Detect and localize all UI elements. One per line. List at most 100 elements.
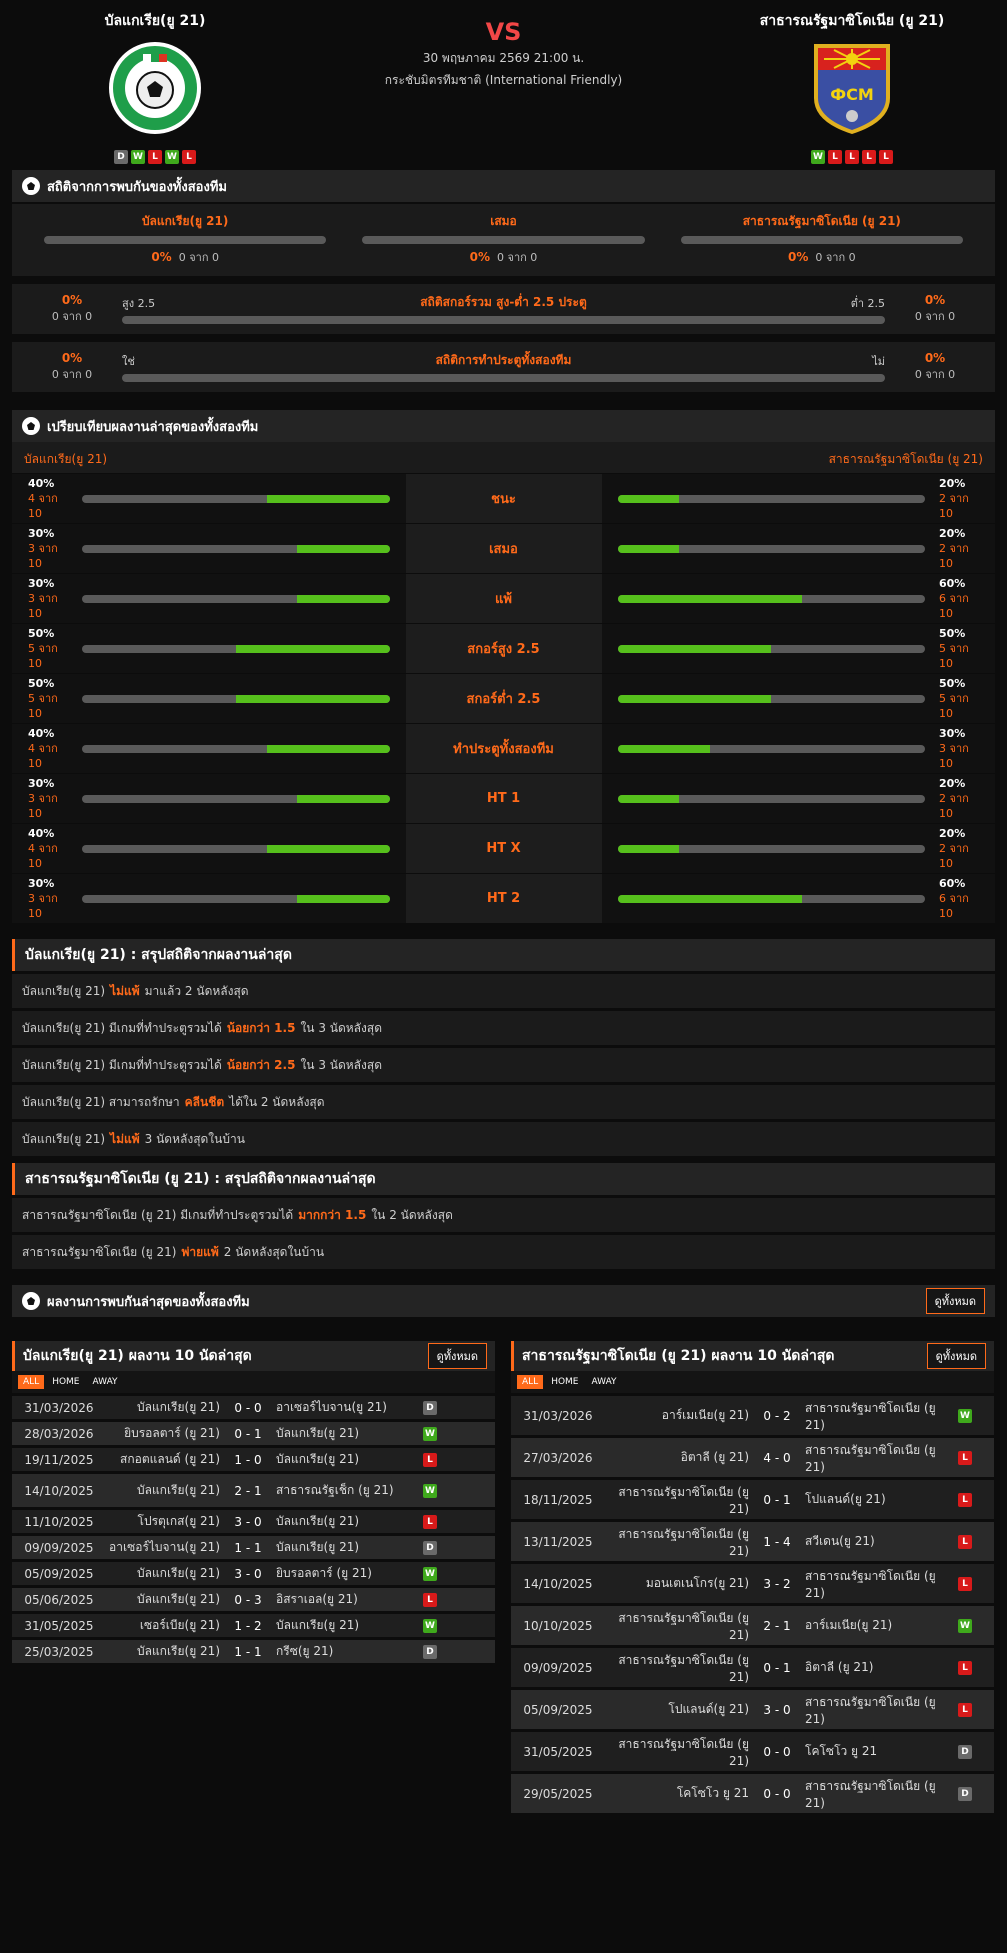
- match-home-team[interactable]: บัลแกเรีย(ยู 21): [102, 1590, 220, 1609]
- home_summary-row: บัลแกเรีย(ยู 21) มีเกมที่ทำประตูรวมได้ น้…: [12, 1011, 995, 1045]
- match-away-team[interactable]: อาเซอร์ไบจาน(ยู 21): [276, 1398, 416, 1417]
- match-away-team[interactable]: โคโซโว ยู 21: [805, 1742, 951, 1761]
- table-row[interactable]: 14/10/2025 บัลแกเรีย(ยู 21) 2 - 1 สาธารณรัฐ…: [12, 1474, 495, 1507]
- result-badge: L: [958, 1576, 972, 1591]
- match-away-team[interactable]: อิตาลี (ยู 21): [805, 1658, 951, 1677]
- compare-home-count: 5 จาก 10: [28, 692, 58, 720]
- match-home-team[interactable]: โคโซโว ยู 21: [601, 1784, 749, 1803]
- match-home-team[interactable]: บัลแกเรีย(ยู 21): [102, 1642, 220, 1661]
- table-row[interactable]: 31/05/2025 สาธารณรัฐมาซิโดเนีย (ยู 21) 0 -…: [511, 1732, 994, 1771]
- match-away-team[interactable]: สาธารณรัฐมาซิโดเนีย (ยู 21): [805, 1441, 951, 1474]
- tab-all[interactable]: ALL: [517, 1375, 544, 1389]
- home_summary-highlight: น้อยกว่า 2.5: [226, 1057, 296, 1072]
- match-away-team[interactable]: บัลแกเรีย(ยู 21): [276, 1450, 416, 1469]
- tab-away[interactable]: AWAY: [88, 1375, 123, 1389]
- match-away-team[interactable]: บัลแกเรีย(ยู 21): [276, 1538, 416, 1557]
- table-row[interactable]: 28/03/2026 ยิบรอลตาร์ (ยู 21) 0 - 1 บัลแกเร…: [12, 1422, 495, 1445]
- match-home-team[interactable]: โปรตุเกส(ยู 21): [102, 1512, 220, 1531]
- table-row[interactable]: 13/11/2025 สาธารณรัฐมาซิโดเนีย (ยู 21) 1 -…: [511, 1522, 994, 1561]
- table-row[interactable]: 05/09/2025 บัลแกเรีย(ยู 21) 3 - 0 ยิบรอลตาร…: [12, 1562, 495, 1585]
- tab-home[interactable]: HOME: [546, 1375, 583, 1389]
- table-row[interactable]: 09/09/2025 อาเซอร์ไบจาน(ยู 21) 1 - 1 บัลแกเ…: [12, 1536, 495, 1559]
- match-date: 29/05/2025: [523, 1786, 593, 1801]
- compare-label: สกอร์สูง 2.5: [405, 624, 602, 673]
- compare-home-count: 4 จาก 10: [28, 492, 58, 520]
- home-team[interactable]: บัลแกเรีย(ยู 21) DWLWL: [10, 10, 300, 164]
- match-away-team[interactable]: สาธารณรัฐเช็ก (ยู 21): [276, 1481, 416, 1500]
- table-row[interactable]: 31/03/2026 บัลแกเรีย(ยู 21) 0 - 0 อาเซอร์ไบ…: [12, 1396, 495, 1419]
- h2h-col-of: 0 จาก 0: [178, 251, 219, 264]
- away-view-all-button[interactable]: ดูทั้งหมด: [926, 1343, 986, 1369]
- match-score: 1 - 1: [234, 1540, 262, 1555]
- match-home-team[interactable]: บัลแกเรีย(ยู 21): [102, 1398, 220, 1417]
- match-away-team[interactable]: กรีซ(ยู 21): [276, 1642, 416, 1661]
- match-result: L: [951, 1492, 979, 1507]
- result-badge: L: [958, 1534, 972, 1549]
- home-view-all-button[interactable]: ดูทั้งหมด: [427, 1343, 487, 1369]
- table-row[interactable]: 09/09/2025 สาธารณรัฐมาซิโดเนีย (ยู 21) 0 -…: [511, 1648, 994, 1687]
- table-row[interactable]: 27/03/2026 อิตาลี (ยู 21) 4 - 0 สาธารณรัฐมา…: [511, 1438, 994, 1477]
- match-home-team[interactable]: สกอตแลนด์ (ยู 21): [102, 1450, 220, 1469]
- table-row[interactable]: 31/03/2026 อาร์เมเนีย(ยู 21) 0 - 2 สาธารณรั…: [511, 1396, 994, 1435]
- match-score: 0 - 1: [763, 1660, 791, 1675]
- match-away-team[interactable]: สวีเดน(ยู 21): [805, 1532, 951, 1551]
- match-home-team[interactable]: มอนเตเนโกร(ยู 21): [601, 1574, 749, 1593]
- match-away-team[interactable]: บัลแกเรีย(ยู 21): [276, 1424, 416, 1443]
- match-away-team[interactable]: โปแลนด์(ยู 21): [805, 1490, 951, 1509]
- tab-away[interactable]: AWAY: [587, 1375, 622, 1389]
- match-home-team[interactable]: สาธารณรัฐมาซิโดเนีย (ยู 21): [601, 1735, 749, 1768]
- match-home-team[interactable]: ยิบรอลตาร์ (ยู 21): [102, 1424, 220, 1443]
- tab-all[interactable]: ALL: [18, 1375, 45, 1389]
- home_summary-suffix: มาแล้ว 2 นัดหลังสุด: [144, 983, 249, 998]
- match-home-team[interactable]: โปแลนด์(ยู 21): [601, 1700, 749, 1719]
- match-home-team[interactable]: สาธารณรัฐมาซิโดเนีย (ยู 21): [601, 1483, 749, 1516]
- match-away-team[interactable]: บัลแกเรีย(ยู 21): [276, 1616, 416, 1635]
- home_summary-text: บัลแกเรีย(ยู 21) มีเกมที่ทำประตูรวมได้: [22, 1020, 222, 1035]
- table-row[interactable]: 05/09/2025 โปแลนด์(ยู 21) 3 - 0 สาธารณรัฐมา…: [511, 1690, 994, 1729]
- match-info: VS 30 พฤษภาคม 2569 21:00 น. กระชับมิตรที…: [300, 18, 707, 90]
- table-row[interactable]: 05/06/2025 บัลแกเรีย(ยู 21) 0 - 3 อิสราเอล(…: [12, 1588, 495, 1611]
- compare-away-value: 20% 2 จาก 10: [939, 776, 979, 821]
- match-home-team[interactable]: สาธารณรัฐมาซิโดเนีย (ยู 21): [601, 1609, 749, 1642]
- compare-home-side: 40% 4 จาก 10: [12, 724, 406, 773]
- table-row[interactable]: 14/10/2025 มอนเตเนโกร(ยู 21) 3 - 2 สาธารณรั…: [511, 1564, 994, 1603]
- match-away-team[interactable]: สาธารณรัฐมาซิโดเนีย (ยู 21): [805, 1567, 951, 1600]
- match-away-team[interactable]: สาธารณรัฐมาซิโดเนีย (ยู 21): [805, 1399, 951, 1432]
- match-date: 25/03/2025: [24, 1644, 94, 1659]
- match-home-team[interactable]: อาร์เมเนีย(ยู 21): [601, 1406, 749, 1425]
- match-home-team[interactable]: สาธารณรัฐมาซิโดเนีย (ยู 21): [601, 1525, 749, 1558]
- match-home-team[interactable]: อาเซอร์ไบจาน(ยู 21): [102, 1538, 220, 1557]
- match-home-team[interactable]: บัลแกเรีย(ยู 21): [102, 1564, 220, 1583]
- match-home-team[interactable]: บัลแกเรีย(ยู 21): [102, 1481, 220, 1500]
- compare-home-side: 30% 3 จาก 10: [12, 524, 406, 573]
- match-away-team[interactable]: สาธารณรัฐมาซิโดเนีย (ยู 21): [805, 1693, 951, 1726]
- match-away-team[interactable]: ยิบรอลตาร์ (ยู 21): [276, 1564, 416, 1583]
- match-league[interactable]: กระชับมิตรทีมชาติ (International Friendl…: [300, 71, 707, 90]
- match-date: 31/05/2025: [24, 1618, 94, 1633]
- compare-home-bar: [82, 644, 390, 653]
- tab-home[interactable]: HOME: [47, 1375, 84, 1389]
- compare-row: 30% 3 จาก 10 HT 2 60% 6 จาก 10: [12, 873, 995, 923]
- table-row[interactable]: 18/11/2025 สาธารณรัฐมาซิโดเนีย (ยู 21) 0 -…: [511, 1480, 994, 1519]
- away-team[interactable]: สาธารณรัฐมาซิโดเนีย (ยู 21) ФСМ WLLLL: [707, 10, 997, 164]
- compare-row: 40% 4 จาก 10 ทำประตูทั้งสองทีม 30% 3 จาก 10: [12, 723, 995, 773]
- table-row[interactable]: 10/10/2025 สาธารณรัฐมาซิโดเนีย (ยู 21) 2 -…: [511, 1606, 994, 1645]
- compare-home-bar: [82, 494, 390, 503]
- match-home-team[interactable]: สาธารณรัฐมาซิโดเนีย (ยู 21): [601, 1651, 749, 1684]
- match-away-team[interactable]: สาธารณรัฐมาซิโดเนีย (ยู 21): [805, 1777, 951, 1810]
- match-away-team[interactable]: อิสราเอล(ยู 21): [276, 1590, 416, 1609]
- compare-home-value: 40% 4 จาก 10: [28, 726, 68, 771]
- table-row[interactable]: 29/05/2025 โคโซโว ยู 21 0 - 0 สาธารณรัฐมาซิ…: [511, 1774, 994, 1813]
- view-all-button[interactable]: ดูทั้งหมด: [925, 1288, 985, 1314]
- away_summary-text: สาธารณรัฐมาซิโดเนีย (ยู 21) มีเกมที่ทำปร…: [22, 1207, 294, 1222]
- result-badge: W: [423, 1618, 437, 1633]
- match-away-team[interactable]: อาร์เมเนีย(ยู 21): [805, 1616, 951, 1635]
- table-row[interactable]: 31/05/2025 เซอร์เบีย(ยู 21) 1 - 2 บัลแกเรีย…: [12, 1614, 495, 1637]
- table-row[interactable]: 19/11/2025 สกอตแลนด์ (ยู 21) 1 - 0 บัลแกเรี…: [12, 1448, 495, 1471]
- table-row[interactable]: 11/10/2025 โปรตุเกส(ยู 21) 3 - 0 บัลแกเรีย(…: [12, 1510, 495, 1533]
- match-home-team[interactable]: เซอร์เบีย(ยู 21): [102, 1616, 220, 1635]
- match-away-team[interactable]: บัลแกเรีย(ยู 21): [276, 1512, 416, 1531]
- compare-row: 30% 3 จาก 10 แพ้ 60% 6 จาก 10: [12, 573, 995, 623]
- match-home-team[interactable]: อิตาลี (ยู 21): [601, 1448, 749, 1467]
- table-row[interactable]: 25/03/2025 บัลแกเรีย(ยู 21) 1 - 1 กรีซ(ยู 2…: [12, 1640, 495, 1663]
